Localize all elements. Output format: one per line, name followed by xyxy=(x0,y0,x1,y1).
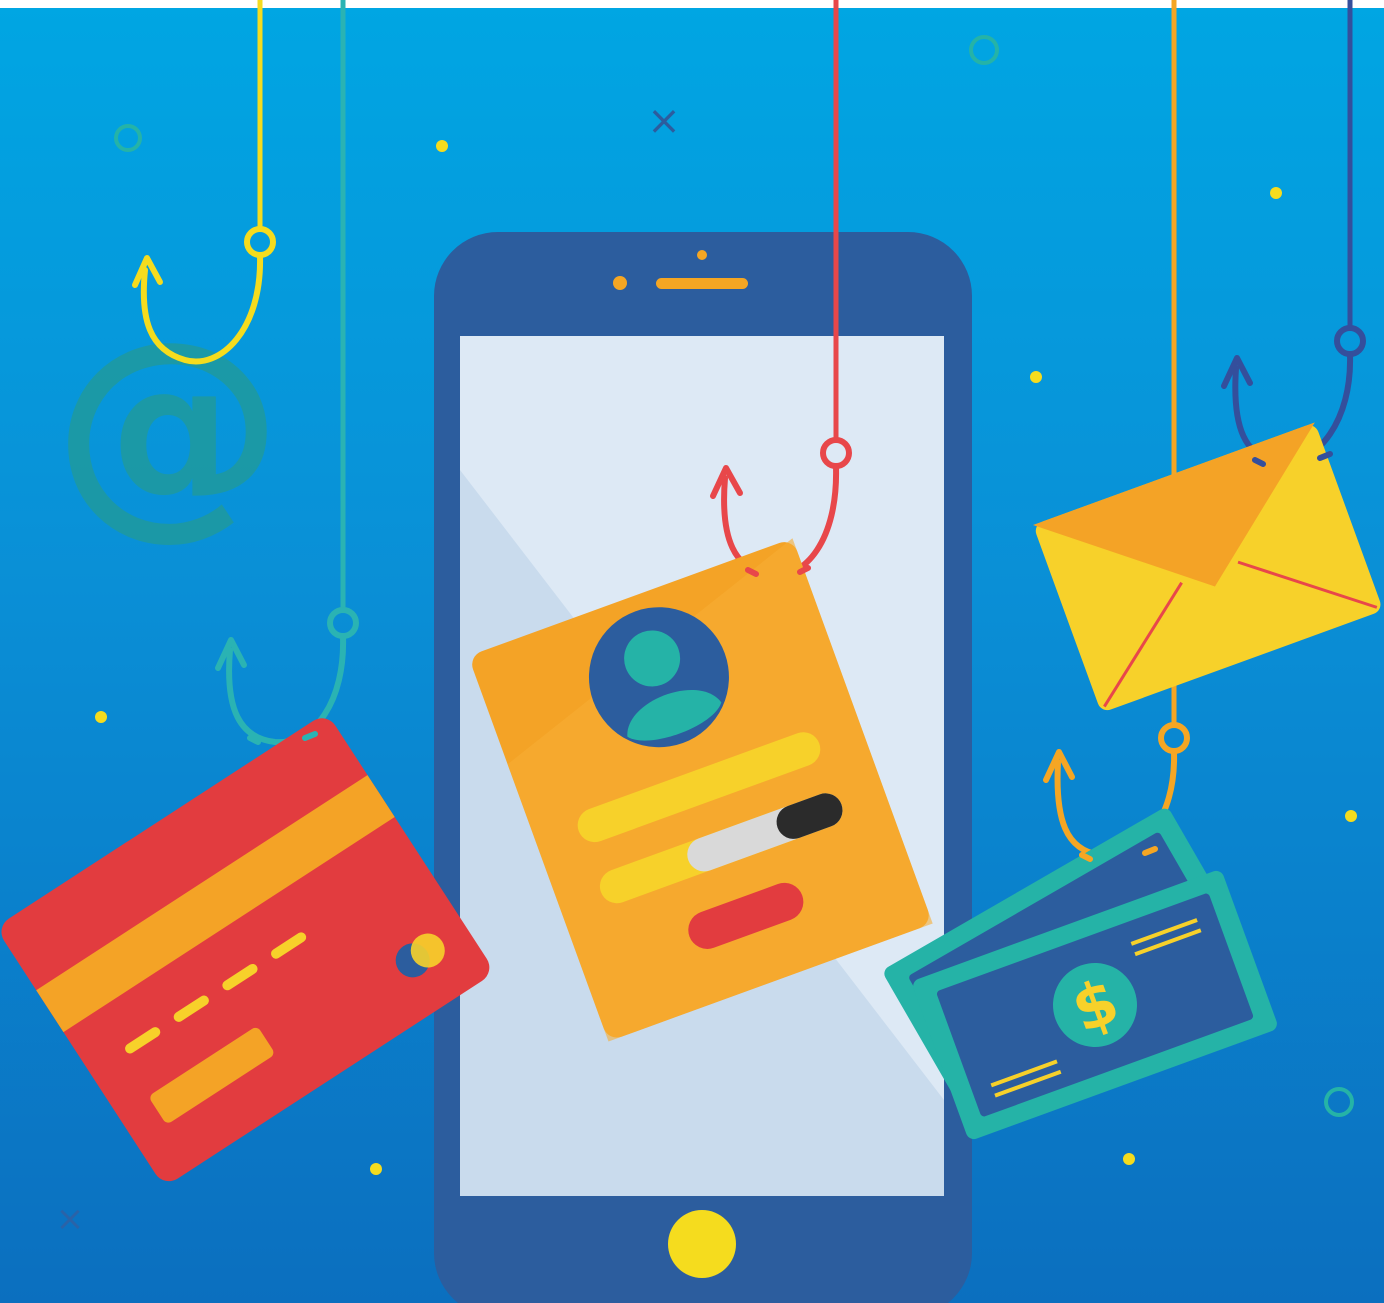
envelope-icon xyxy=(1032,422,1381,711)
ring-decoration xyxy=(969,35,999,65)
cross-decoration: × xyxy=(56,1199,85,1239)
dot-decoration xyxy=(1030,371,1042,383)
phishing-illustration: × × @ $ xyxy=(0,0,1384,1303)
phone-camera xyxy=(697,250,707,260)
phone-home-button xyxy=(668,1210,736,1278)
ring-decoration xyxy=(1324,1087,1354,1117)
dot-decoration xyxy=(370,1163,382,1175)
phone-sensor xyxy=(613,276,627,290)
ring-decoration xyxy=(114,124,142,152)
credit-card-icon xyxy=(1,718,490,1182)
fish-hook-icon xyxy=(215,607,359,746)
phone-speaker xyxy=(656,278,748,289)
cross-decoration: × xyxy=(647,98,681,144)
dot-decoration xyxy=(1270,187,1282,199)
at-sign-icon: @ xyxy=(53,293,283,560)
illustration-canvas: × × @ $ xyxy=(1,0,1381,1303)
dot-decoration xyxy=(95,711,107,723)
dot-decoration xyxy=(1345,810,1357,822)
dot-decoration xyxy=(1123,1153,1135,1165)
dot-decoration xyxy=(436,140,448,152)
